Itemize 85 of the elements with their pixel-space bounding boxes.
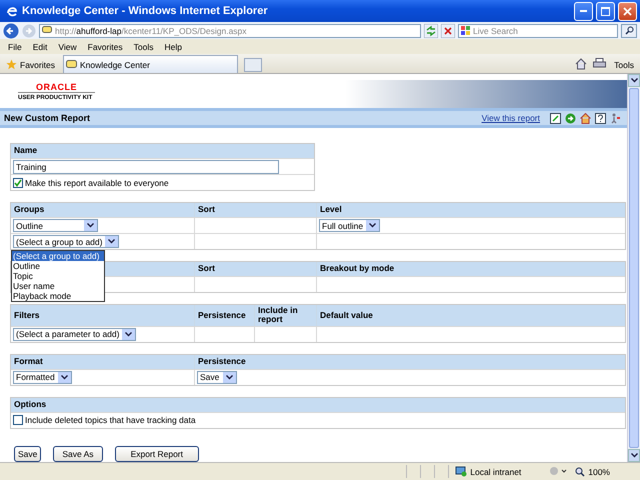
- page-title: New Custom Report: [4, 113, 92, 123]
- column-header: Default value: [316, 305, 625, 326]
- tools-button[interactable]: Tools: [612, 56, 636, 73]
- favorites-button[interactable]: Favorites: [4, 56, 57, 73]
- protected-mode-icon[interactable]: [549, 466, 568, 477]
- column-header: Breakout by mode: [316, 262, 625, 276]
- page-icon: [42, 26, 52, 35]
- checkbox-label: Make this report available to everyone: [25, 178, 169, 188]
- menu-item[interactable]: Favorites: [88, 42, 123, 52]
- checkbox[interactable]: [13, 178, 23, 188]
- action-button[interactable]: Save As: [53, 446, 103, 462]
- view-report-link[interactable]: View this report: [482, 113, 540, 123]
- home-icon[interactable]: [580, 112, 591, 124]
- chevron-icon: [108, 239, 116, 244]
- column-header: Persistence: [194, 305, 254, 326]
- forward-circle-icon[interactable]: [565, 112, 576, 124]
- chevron-icon: [125, 332, 132, 337]
- dropdown-select[interactable]: Formatted: [13, 370, 72, 384]
- column-header: Name: [11, 144, 314, 158]
- column-header: Sort: [194, 262, 316, 276]
- home-icon[interactable]: [575, 58, 588, 70]
- refresh-icon[interactable]: [424, 24, 438, 38]
- logo-text: ORACLE: [36, 82, 77, 92]
- security-zone[interactable]: Local intranet: [449, 466, 550, 477]
- scrollbar[interactable]: [627, 74, 640, 462]
- dropdown-option[interactable]: (Select a group to add): [12, 251, 104, 261]
- print-icon[interactable]: [593, 58, 606, 69]
- star-icon: [6, 59, 17, 70]
- chevron-icon: [630, 453, 638, 458]
- search-button[interactable]: [621, 24, 637, 38]
- menu-item[interactable]: Tools: [134, 42, 154, 52]
- exit-icon[interactable]: [610, 112, 621, 124]
- column-header: Sort: [194, 203, 316, 217]
- menu-item[interactable]: Edit: [32, 42, 48, 52]
- chevron-icon: [226, 374, 233, 380]
- search-icon: [624, 26, 634, 35]
- help-icon[interactable]: [595, 112, 606, 124]
- windows-flag-icon: [461, 26, 470, 35]
- address-field[interactable]: http://ahufford-lap/kcenter11/KP_ODS/Design.aspx: [39, 24, 421, 38]
- column-header: Include in report: [254, 305, 316, 326]
- table-cell: [254, 326, 316, 342]
- back-icon[interactable]: [3, 22, 19, 38]
- dropdown-select[interactable]: Outline: [13, 219, 98, 232]
- column-header: Level: [316, 203, 625, 217]
- globe-monitor-icon: [455, 466, 468, 477]
- dropdown-select[interactable]: Save: [197, 370, 237, 384]
- search-field[interactable]: Live Search: [458, 24, 618, 38]
- dropdown-select[interactable]: (Select a parameter to add): [13, 328, 136, 341]
- dropdown-option[interactable]: Topic: [12, 271, 104, 281]
- column-header: Filters: [11, 305, 194, 326]
- maximize-button[interactable]: [596, 2, 615, 20]
- chevron-icon: [630, 78, 638, 83]
- dropdown-option[interactable]: User name: [12, 281, 104, 291]
- dropdown-select[interactable]: (Select a group to add): [13, 235, 120, 248]
- menu-item[interactable]: Help: [164, 42, 182, 52]
- dropdown-option[interactable]: Playback mode: [12, 291, 104, 301]
- minimize-icon: [580, 10, 587, 12]
- column-header: Options: [11, 398, 625, 412]
- chevron-icon: [369, 223, 376, 228]
- checkbox-label: Include deleted topics that have tracking data: [25, 415, 196, 426]
- checkbox[interactable]: [13, 415, 23, 426]
- action-button[interactable]: Save: [14, 446, 42, 462]
- chevron-icon: [60, 374, 68, 380]
- name-field[interactable]: Training: [13, 160, 279, 174]
- minimize-button[interactable]: [574, 2, 593, 20]
- dropdown-select[interactable]: Full outline: [319, 219, 380, 232]
- page-icon: [66, 60, 77, 70]
- note-icon[interactable]: [550, 112, 561, 124]
- column-header: Persistence: [194, 354, 625, 369]
- stop-icon[interactable]: [441, 24, 455, 38]
- chevron-icon: [87, 223, 94, 228]
- close-icon: [623, 6, 632, 16]
- maximize-icon: [601, 6, 610, 16]
- dropdown-option[interactable]: Outline: [12, 261, 104, 271]
- menu-item[interactable]: File: [8, 42, 22, 52]
- window-title: Knowledge Center - Windows Internet Explorer: [22, 5, 269, 17]
- zoom-level[interactable]: 100%: [575, 466, 610, 476]
- browser-tab[interactable]: Knowledge Center: [62, 55, 238, 73]
- magnifier-icon: [575, 466, 586, 476]
- column-header: Format: [11, 354, 194, 369]
- menu-item[interactable]: View: [58, 42, 77, 52]
- action-button[interactable]: Export Report: [114, 446, 200, 462]
- checkmark-icon: [14, 178, 22, 186]
- close-button[interactable]: [618, 2, 637, 20]
- column-header: Groups: [11, 203, 194, 217]
